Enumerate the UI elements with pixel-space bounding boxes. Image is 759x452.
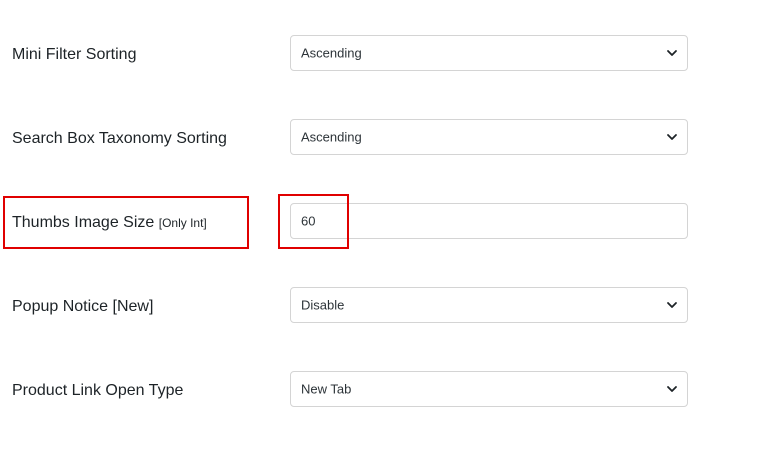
product-link-open-type-label: Product Link Open Type: [12, 382, 184, 399]
setting-row-product-link-open-type: Product Link Open Type New Tab: [0, 371, 759, 411]
mini-filter-sorting-value: Ascending: [301, 45, 362, 61]
thumbs-image-size-input[interactable]: 60: [290, 203, 688, 239]
search-box-taxonomy-sorting-label: Search Box Taxonomy Sorting: [12, 130, 227, 147]
chevron-down-icon: [667, 386, 677, 392]
setting-row-popup-notice: Popup Notice [New] Disable: [0, 287, 759, 327]
chevron-down-icon: [667, 302, 677, 308]
popup-notice-value: Disable: [301, 297, 345, 313]
search-box-taxonomy-sorting-value: Ascending: [301, 129, 362, 145]
mini-filter-sorting-select[interactable]: Ascending: [290, 35, 688, 71]
popup-notice-label: Popup Notice [New]: [12, 298, 154, 315]
chevron-down-icon: [667, 50, 677, 56]
mini-filter-sorting-label: Mini Filter Sorting: [12, 46, 137, 63]
label-highlight-box: [3, 196, 249, 249]
product-link-open-type-select[interactable]: New Tab: [290, 371, 688, 407]
product-link-open-type-value: New Tab: [301, 381, 352, 397]
popup-notice-select[interactable]: Disable: [290, 287, 688, 323]
input-highlight-box: [278, 194, 349, 249]
setting-row-search-box-taxonomy-sorting: Search Box Taxonomy Sorting Ascending: [0, 119, 759, 159]
search-box-taxonomy-sorting-select[interactable]: Ascending: [290, 119, 688, 155]
chevron-down-icon: [667, 134, 677, 140]
setting-row-mini-filter-sorting: Mini Filter Sorting Ascending: [0, 35, 759, 75]
